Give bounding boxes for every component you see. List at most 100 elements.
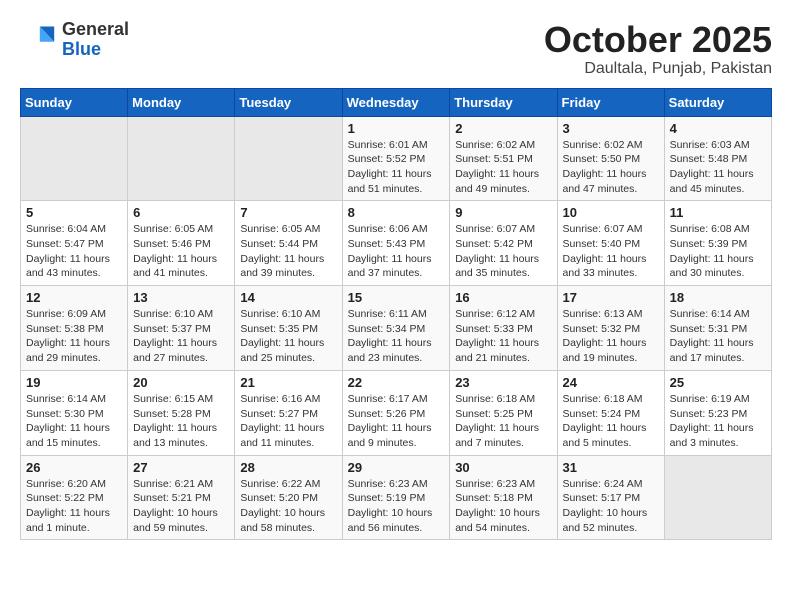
day-number: 16 bbox=[455, 290, 551, 305]
calendar-cell: 31 Sunrise: 6:24 AM Sunset: 5:17 PM Dayli… bbox=[557, 455, 664, 540]
calendar-cell: 29 Sunrise: 6:23 AM Sunset: 5:19 PM Dayli… bbox=[342, 455, 450, 540]
day-info: Sunrise: 6:01 AM Sunset: 5:52 PM Dayligh… bbox=[348, 138, 445, 197]
day-info: Sunrise: 6:20 AM Sunset: 5:22 PM Dayligh… bbox=[26, 477, 122, 536]
day-header-saturday: Saturday bbox=[664, 88, 771, 116]
day-info: Sunrise: 6:14 AM Sunset: 5:31 PM Dayligh… bbox=[670, 307, 766, 366]
day-number: 26 bbox=[26, 460, 122, 475]
day-info: Sunrise: 6:02 AM Sunset: 5:50 PM Dayligh… bbox=[563, 138, 659, 197]
day-number: 21 bbox=[240, 375, 336, 390]
calendar-cell: 19Sunrise: 6:14 AM Sunset: 5:30 PM Dayli… bbox=[21, 370, 128, 455]
day-number: 8 bbox=[348, 205, 445, 220]
day-info: Sunrise: 6:05 AM Sunset: 5:44 PM Dayligh… bbox=[240, 222, 336, 281]
day-number: 5 bbox=[26, 205, 122, 220]
calendar-header-row: SundayMondayTuesdayWednesdayThursdayFrid… bbox=[21, 88, 772, 116]
calendar-cell: 10 Sunrise: 6:07 AM Sunset: 5:40 PM Dayli… bbox=[557, 201, 664, 286]
calendar-cell: 9 Sunrise: 6:07 AM Sunset: 5:42 PM Daylig… bbox=[450, 201, 557, 286]
calendar-table: SundayMondayTuesdayWednesdayThursdayFrid… bbox=[20, 88, 772, 541]
calendar-cell: 26 Sunrise: 6:20 AM Sunset: 5:22 PM Dayli… bbox=[21, 455, 128, 540]
month-title: October 2025 bbox=[544, 20, 772, 60]
calendar-cell bbox=[128, 116, 235, 201]
day-info: Sunrise: 6:11 AM Sunset: 5:34 PM Dayligh… bbox=[348, 307, 445, 366]
calendar-cell bbox=[664, 455, 771, 540]
day-info: Sunrise: 6:03 AM Sunset: 5:48 PM Dayligh… bbox=[670, 138, 766, 197]
day-number: 30 bbox=[455, 460, 551, 475]
day-info: Sunrise: 6:05 AM Sunset: 5:46 PM Dayligh… bbox=[133, 222, 229, 281]
day-number: 27 bbox=[133, 460, 229, 475]
day-number: 20 bbox=[133, 375, 229, 390]
day-info: Sunrise: 6:16 AM Sunset: 5:27 PM Dayligh… bbox=[240, 392, 336, 451]
day-number: 17 bbox=[563, 290, 659, 305]
day-number: 31 bbox=[563, 460, 659, 475]
day-info: Sunrise: 6:04 AM Sunset: 5:47 PM Dayligh… bbox=[26, 222, 122, 281]
day-number: 23 bbox=[455, 375, 551, 390]
day-number: 19 bbox=[26, 375, 122, 390]
day-info: Sunrise: 6:12 AM Sunset: 5:33 PM Dayligh… bbox=[455, 307, 551, 366]
day-info: Sunrise: 6:18 AM Sunset: 5:25 PM Dayligh… bbox=[455, 392, 551, 451]
day-number: 24 bbox=[563, 375, 659, 390]
day-info: Sunrise: 6:07 AM Sunset: 5:42 PM Dayligh… bbox=[455, 222, 551, 281]
calendar-cell: 7 Sunrise: 6:05 AM Sunset: 5:44 PM Daylig… bbox=[235, 201, 342, 286]
calendar-cell: 21 Sunrise: 6:16 AM Sunset: 5:27 PM Dayli… bbox=[235, 370, 342, 455]
day-info: Sunrise: 6:02 AM Sunset: 5:51 PM Dayligh… bbox=[455, 138, 551, 197]
day-number: 18 bbox=[670, 290, 766, 305]
day-number: 6 bbox=[133, 205, 229, 220]
calendar-cell: 3Sunrise: 6:02 AM Sunset: 5:50 PM Daylig… bbox=[557, 116, 664, 201]
day-info: Sunrise: 6:19 AM Sunset: 5:23 PM Dayligh… bbox=[670, 392, 766, 451]
calendar-week-row: 19Sunrise: 6:14 AM Sunset: 5:30 PM Dayli… bbox=[21, 370, 772, 455]
calendar-cell bbox=[235, 116, 342, 201]
day-info: Sunrise: 6:10 AM Sunset: 5:35 PM Dayligh… bbox=[240, 307, 336, 366]
calendar-week-row: 1 Sunrise: 6:01 AM Sunset: 5:52 PM Daylig… bbox=[21, 116, 772, 201]
calendar-cell: 24 Sunrise: 6:18 AM Sunset: 5:24 PM Dayli… bbox=[557, 370, 664, 455]
calendar-cell: 30 Sunrise: 6:23 AM Sunset: 5:18 PM Dayli… bbox=[450, 455, 557, 540]
logo-text: General Blue bbox=[62, 20, 129, 60]
calendar-cell: 11 Sunrise: 6:08 AM Sunset: 5:39 PM Dayli… bbox=[664, 201, 771, 286]
day-info: Sunrise: 6:08 AM Sunset: 5:39 PM Dayligh… bbox=[670, 222, 766, 281]
day-number: 1 bbox=[348, 121, 445, 136]
day-info: Sunrise: 6:13 AM Sunset: 5:32 PM Dayligh… bbox=[563, 307, 659, 366]
calendar-cell: 18 Sunrise: 6:14 AM Sunset: 5:31 PM Dayli… bbox=[664, 286, 771, 371]
day-number: 10 bbox=[563, 205, 659, 220]
page-header: General Blue October 2025 Daultala, Punj… bbox=[20, 20, 772, 78]
day-number: 13 bbox=[133, 290, 229, 305]
day-info: Sunrise: 6:23 AM Sunset: 5:18 PM Dayligh… bbox=[455, 477, 551, 536]
calendar-week-row: 26 Sunrise: 6:20 AM Sunset: 5:22 PM Dayli… bbox=[21, 455, 772, 540]
calendar-cell: 4 Sunrise: 6:03 AM Sunset: 5:48 PM Daylig… bbox=[664, 116, 771, 201]
day-info: Sunrise: 6:10 AM Sunset: 5:37 PM Dayligh… bbox=[133, 307, 229, 366]
calendar-cell: 25 Sunrise: 6:19 AM Sunset: 5:23 PM Dayli… bbox=[664, 370, 771, 455]
calendar-cell: 12 Sunrise: 6:09 AM Sunset: 5:38 PM Dayli… bbox=[21, 286, 128, 371]
day-number: 12 bbox=[26, 290, 122, 305]
calendar-cell: 14 Sunrise: 6:10 AM Sunset: 5:35 PM Dayli… bbox=[235, 286, 342, 371]
day-header-monday: Monday bbox=[128, 88, 235, 116]
day-info: Sunrise: 6:23 AM Sunset: 5:19 PM Dayligh… bbox=[348, 477, 445, 536]
day-info: Sunrise: 6:07 AM Sunset: 5:40 PM Dayligh… bbox=[563, 222, 659, 281]
day-number: 15 bbox=[348, 290, 445, 305]
day-number: 14 bbox=[240, 290, 336, 305]
calendar-cell: 15 Sunrise: 6:11 AM Sunset: 5:34 PM Dayli… bbox=[342, 286, 450, 371]
title-block: October 2025 Daultala, Punjab, Pakistan bbox=[544, 20, 772, 78]
day-number: 9 bbox=[455, 205, 551, 220]
calendar-cell: 17 Sunrise: 6:13 AM Sunset: 5:32 PM Dayli… bbox=[557, 286, 664, 371]
calendar-week-row: 5 Sunrise: 6:04 AM Sunset: 5:47 PM Daylig… bbox=[21, 201, 772, 286]
day-number: 28 bbox=[240, 460, 336, 475]
calendar-cell: 8 Sunrise: 6:06 AM Sunset: 5:43 PM Daylig… bbox=[342, 201, 450, 286]
day-info: Sunrise: 6:09 AM Sunset: 5:38 PM Dayligh… bbox=[26, 307, 122, 366]
day-number: 29 bbox=[348, 460, 445, 475]
day-number: 7 bbox=[240, 205, 336, 220]
location-title: Daultala, Punjab, Pakistan bbox=[544, 60, 772, 78]
day-number: 11 bbox=[670, 205, 766, 220]
day-number: 4 bbox=[670, 121, 766, 136]
calendar-cell: 5 Sunrise: 6:04 AM Sunset: 5:47 PM Daylig… bbox=[21, 201, 128, 286]
day-info: Sunrise: 6:15 AM Sunset: 5:28 PM Dayligh… bbox=[133, 392, 229, 451]
day-info: Sunrise: 6:24 AM Sunset: 5:17 PM Dayligh… bbox=[563, 477, 659, 536]
day-info: Sunrise: 6:21 AM Sunset: 5:21 PM Dayligh… bbox=[133, 477, 229, 536]
day-number: 2 bbox=[455, 121, 551, 136]
day-header-thursday: Thursday bbox=[450, 88, 557, 116]
day-header-wednesday: Wednesday bbox=[342, 88, 450, 116]
day-info: Sunrise: 6:18 AM Sunset: 5:24 PM Dayligh… bbox=[563, 392, 659, 451]
day-header-sunday: Sunday bbox=[21, 88, 128, 116]
day-info: Sunrise: 6:06 AM Sunset: 5:43 PM Dayligh… bbox=[348, 222, 445, 281]
day-info: Sunrise: 6:22 AM Sunset: 5:20 PM Dayligh… bbox=[240, 477, 336, 536]
logo-icon bbox=[20, 22, 56, 58]
calendar-cell: 27 Sunrise: 6:21 AM Sunset: 5:21 PM Dayli… bbox=[128, 455, 235, 540]
day-number: 25 bbox=[670, 375, 766, 390]
